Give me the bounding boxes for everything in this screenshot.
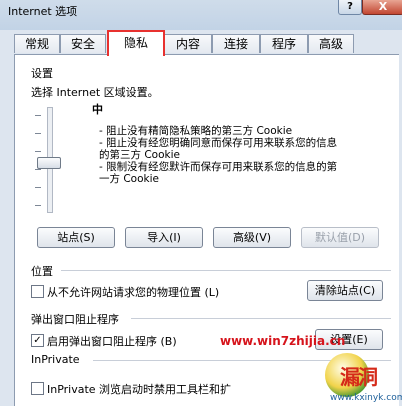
slider-tick	[35, 169, 41, 170]
sites-button[interactable]: 站点(S)	[37, 227, 115, 248]
divider	[131, 318, 391, 319]
default-button[interactable]: 默认值(D)	[301, 227, 379, 248]
tab-advanced[interactable]: 高级	[308, 34, 354, 53]
tab-general[interactable]: 常规	[14, 34, 60, 53]
tab-content[interactable]: 内容	[164, 34, 212, 53]
close-button[interactable]: X	[362, 0, 402, 15]
settings-heading: 设置	[31, 67, 53, 80]
inprivate-checkbox-label: InPrivate 浏览启动时禁用工具栏和扩	[47, 383, 232, 396]
window-title: Internet 选项	[8, 5, 78, 18]
title-bar: Internet 选项 ? X	[0, 0, 402, 30]
inprivate-checkbox[interactable]	[31, 382, 44, 395]
watermark-logo-text: 漏洞	[340, 365, 378, 389]
slider-tick	[35, 151, 41, 152]
advanced-button[interactable]: 高级(V)	[213, 227, 291, 248]
inprivate-heading: InPrivate	[31, 353, 80, 366]
slider-tick	[35, 205, 41, 206]
divider	[61, 270, 391, 271]
slider-tick	[35, 187, 41, 188]
clear-sites-button[interactable]: 清除站点(C)	[307, 280, 383, 301]
popup-heading: 弹出窗口阻止程序	[31, 313, 119, 326]
import-button[interactable]: 导入(I)	[125, 227, 203, 248]
privacy-description: - 阻止没有精简隐私策略的第三方 Cookie - 阻止没有经您明确同意而保存可…	[99, 125, 379, 185]
description-line: - 阻止没有精简隐私策略的第三方 Cookie	[99, 125, 293, 137]
privacy-level: 中	[92, 103, 103, 116]
location-checkbox-label: 从不允许网站请求您的物理位置 (L)	[47, 286, 220, 299]
description-line: - 限制没有经您默许而保存可用来联系您的信息的第	[99, 161, 338, 173]
description-line: 的第三方 Cookie	[99, 149, 180, 161]
slider-tick	[35, 115, 41, 116]
watermark-url: www.win7zhijia.cn	[220, 334, 346, 348]
description-line: - 阻止没有经您明确同意而保存可用来联系您的信息	[99, 137, 338, 149]
tab-strip: 常规 安全 隐私 内容 连接 程序 高级	[14, 30, 354, 56]
watermark-sub-url: www.kxinyk.com	[330, 393, 402, 403]
description-line: 一方 Cookie	[99, 173, 159, 185]
privacy-slider-thumb[interactable]	[37, 157, 61, 169]
popup-checkbox[interactable]: ✓	[31, 334, 44, 347]
help-button[interactable]: ?	[338, 0, 362, 15]
tab-security[interactable]: 安全	[60, 34, 106, 53]
popup-checkbox-label: 启用弹出窗口阻止程序 (B)	[47, 335, 177, 348]
tab-connections[interactable]: 连接	[212, 34, 260, 53]
zone-instruction: 选择 Internet 区域设置。	[31, 86, 159, 99]
location-checkbox[interactable]	[31, 285, 44, 298]
tab-privacy[interactable]: 隐私	[107, 30, 165, 56]
tab-programs[interactable]: 程序	[260, 34, 308, 53]
slider-tick	[35, 133, 41, 134]
location-heading: 位置	[31, 265, 53, 278]
